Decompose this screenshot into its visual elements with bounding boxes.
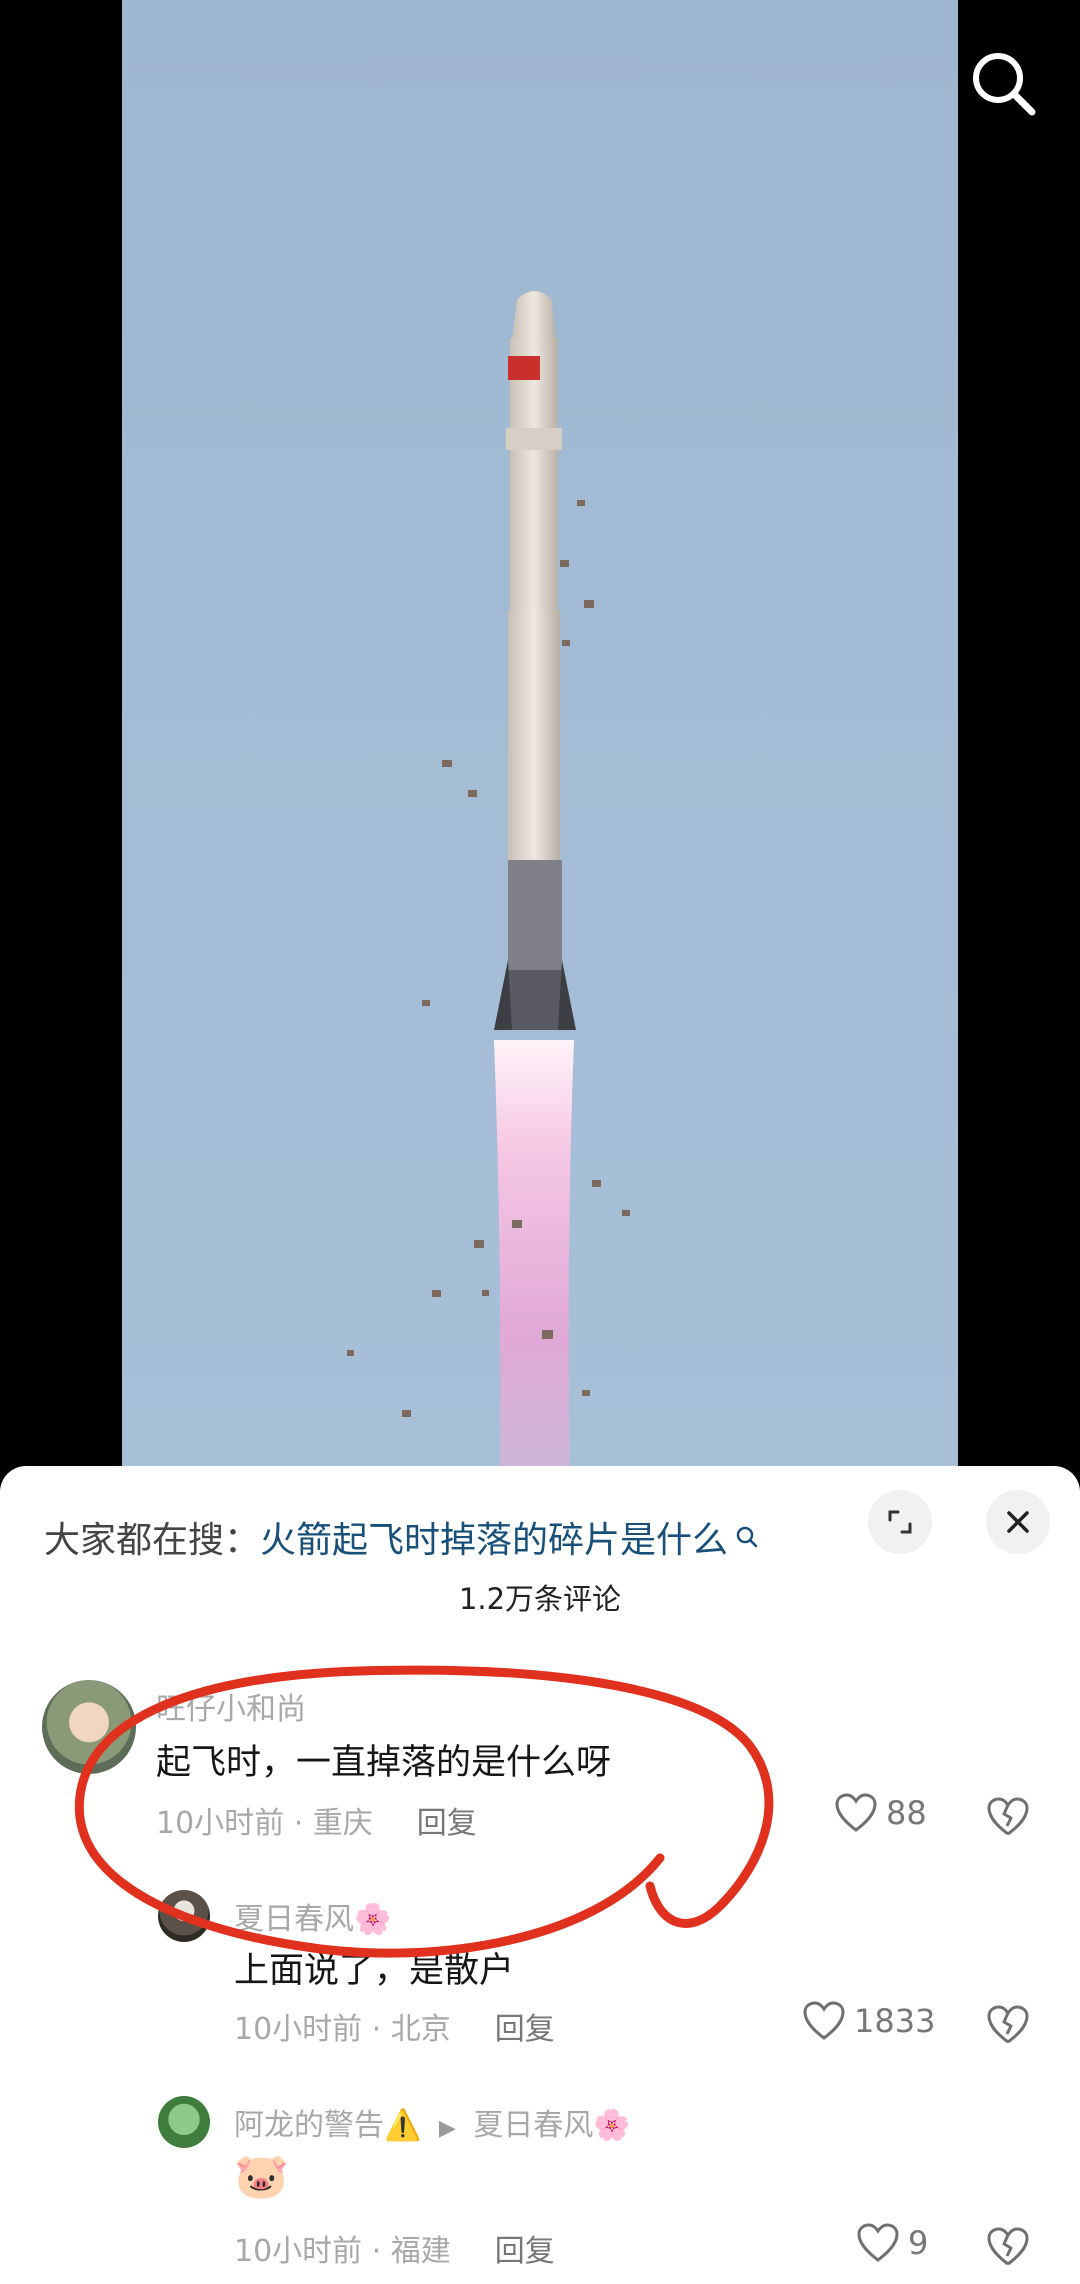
meta-separator: · xyxy=(362,2234,391,2269)
reply-button[interactable]: 回复 xyxy=(495,2234,555,2269)
reply-author[interactable]: 阿龙的警告⚠️ xyxy=(234,2108,421,2143)
comment-text: 起飞时，一直掉落的是什么呀 xyxy=(156,1743,612,1783)
reply-button[interactable]: 回复 xyxy=(495,2012,555,2047)
trending-query-link[interactable]: 火箭起飞时掉落的碎片是什么 xyxy=(260,1511,728,1563)
comment-meta: 10小时前 · 福建 回复 xyxy=(234,2226,555,2270)
like-button[interactable]: 9 xyxy=(856,2222,928,2264)
comment-count: 1.2万条评论 xyxy=(458,1582,622,1616)
reply-target[interactable]: 夏日春风🌸 xyxy=(473,2108,630,2143)
comment-time: 10小时前 xyxy=(156,1806,285,1841)
close-button[interactable] xyxy=(986,1490,1050,1554)
comment-time: 10小时前 xyxy=(234,2234,363,2269)
meta-separator: · xyxy=(362,2012,391,2047)
comment-meta: 10小时前 · 北京 回复 xyxy=(234,2004,555,2048)
broken-heart-icon[interactable] xyxy=(986,1796,1030,1838)
comment-item: 旺仔小和尚 起飞时，一直掉落的是什么呀 10小时前 · 重庆 回复 88 xyxy=(0,1680,1080,1842)
reply-username[interactable]: 夏日春风🌸 xyxy=(234,1894,391,1938)
comment-text: 上面说了，是散户 xyxy=(234,1951,515,1991)
like-count: 1833 xyxy=(854,2002,936,2040)
reply-item: 夏日春风🌸 上面说了，是散户 10小时前 · 北京 回复 1833 xyxy=(0,1890,1080,2050)
reply-username: 阿龙的警告⚠️ ▶ 夏日春风🌸 xyxy=(234,2100,631,2144)
comment-time: 10小时前 xyxy=(234,2012,363,2047)
heart-icon xyxy=(857,2223,899,2262)
avatar[interactable] xyxy=(42,1680,136,1774)
comment-location: 重庆 xyxy=(312,1806,373,1841)
comment-username[interactable]: 旺仔小和尚 xyxy=(156,1684,306,1728)
broken-heart-icon[interactable] xyxy=(986,2226,1030,2268)
like-button[interactable]: 88 xyxy=(834,1792,927,1834)
comment-location: 福建 xyxy=(390,2234,451,2269)
like-count: 9 xyxy=(908,2224,929,2262)
comment-location: 北京 xyxy=(390,2012,451,2047)
search-icon xyxy=(736,1526,758,1548)
comment-emoji: 🐷 xyxy=(234,2151,289,2202)
avatar[interactable] xyxy=(158,2096,210,2148)
meta-separator: · xyxy=(284,1806,313,1841)
close-icon xyxy=(1007,1511,1029,1533)
expand-button[interactable] xyxy=(868,1490,932,1554)
search-button[interactable] xyxy=(960,40,1050,130)
trending-search-bar[interactable]: 大家都在搜： 火箭起飞时掉落的碎片是什么 xyxy=(44,1504,890,1570)
avatar[interactable] xyxy=(158,1890,210,1942)
like-count: 88 xyxy=(886,1794,927,1832)
broken-heart-icon[interactable] xyxy=(986,2004,1030,2046)
search-icon xyxy=(973,53,1036,116)
comment-sheet: 大家都在搜： 火箭起飞时掉落的碎片是什么 1.2万条评论 旺仔小和尚 起飞时，一… xyxy=(0,1466,1080,2284)
video-player[interactable] xyxy=(0,0,1080,1470)
heart-icon xyxy=(835,1793,877,1832)
expand-icon xyxy=(888,1510,912,1534)
like-button[interactable]: 1833 xyxy=(802,2000,935,2042)
trending-prefix: 大家都在搜： xyxy=(44,1520,261,1561)
heart-icon xyxy=(803,2001,845,2040)
reply-button[interactable]: 回复 xyxy=(417,1806,477,1841)
comment-meta: 10小时前 · 重庆 回复 xyxy=(156,1798,477,1842)
reply-arrow-icon: ▶ xyxy=(438,2116,456,2141)
rocket-image xyxy=(347,291,630,1470)
reply-item: 阿龙的警告⚠️ ▶ 夏日春风🌸 🐷 10小时前 · 福建 回复 9 xyxy=(0,2096,1080,2276)
